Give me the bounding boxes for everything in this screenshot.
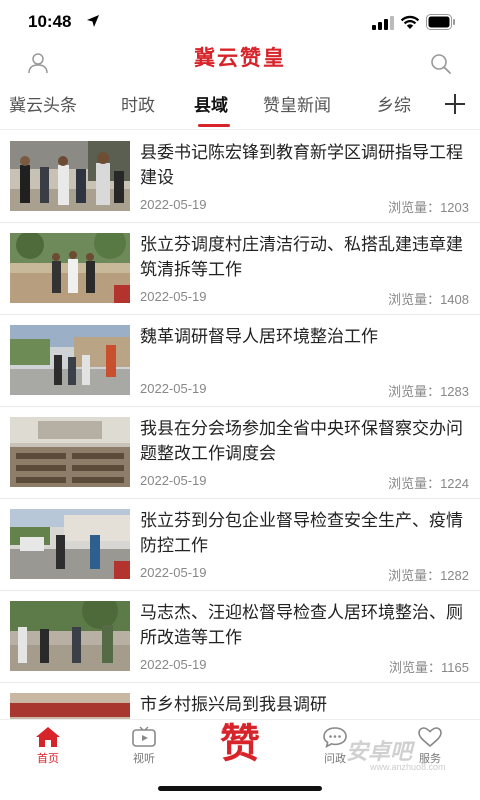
bottom-navigation: 首页 视听 赞 问政 服务 安卓吧 www.anzhuo8.com — [0, 719, 480, 800]
wifi-icon — [400, 15, 420, 29]
news-date: 2022-05-19 — [140, 197, 207, 212]
channel-tabs: 冀云头条 时政 县域 赞皇新闻 乡综 — [0, 88, 480, 130]
chat-bubble-icon — [323, 727, 347, 748]
heart-hand-icon — [418, 727, 442, 748]
news-item[interactable]: 马志杰、汪迎松督导检查人居环境整治、厕所改造等工作 2022-05-19 浏览量… — [0, 591, 480, 683]
nav-home[interactable]: 首页 — [18, 726, 78, 766]
tab-county[interactable]: 县域 — [194, 94, 228, 118]
news-date: 2022-05-19 — [140, 473, 207, 488]
news-title: 我县在分会场参加全省中央环保督察交办问题整改工作调度会 — [140, 419, 463, 464]
active-tab-indicator — [198, 124, 230, 127]
center-logo-button[interactable]: 赞 — [210, 718, 270, 770]
location-arrow-icon — [87, 15, 99, 27]
news-view-count: 浏览量：1283 — [388, 384, 469, 399]
news-thumbnail — [10, 325, 130, 395]
news-view-count: 浏览量：1282 — [388, 568, 469, 583]
home-indicator — [158, 786, 322, 791]
news-item[interactable]: 张立芬调度村庄清洁行动、私搭乱建违章建筑清拆等工作 2022-05-19 浏览量… — [0, 223, 480, 315]
cellular-signal-icon — [372, 16, 394, 30]
tab-jiyun-headlines[interactable]: 冀云头条 — [9, 94, 77, 118]
news-title: 魏革调研督导人居环境整治工作 — [140, 327, 378, 347]
news-item[interactable]: 魏革调研督导人居环境整治工作 2022-05-19 浏览量：1283 — [0, 315, 480, 407]
battery-icon — [426, 14, 455, 30]
tab-township[interactable]: 乡综 — [377, 94, 411, 118]
news-title: 县委书记陈宏锋到教育新学区调研指导工程建设 — [140, 143, 463, 188]
news-thumbnail — [10, 233, 130, 303]
news-item[interactable]: 县委书记陈宏锋到教育新学区调研指导工程建设 2022-05-19 浏览量：120… — [0, 131, 480, 223]
news-view-count: 浏览量：1165 — [389, 660, 469, 675]
news-date: 2022-05-19 — [140, 565, 207, 580]
news-item[interactable]: 我县在分会场参加全省中央环保督察交办问题整改工作调度会 2022-05-19 浏… — [0, 407, 480, 499]
news-date: 2022-05-19 — [140, 381, 207, 396]
add-channel-icon[interactable] — [444, 93, 466, 115]
home-icon — [36, 727, 60, 747]
news-view-count: 浏览量：1203 — [388, 200, 469, 215]
news-thumbnail — [10, 693, 130, 719]
app-title: 冀云赞皇 — [194, 46, 286, 70]
news-item[interactable]: 张立芬到分包企业督导检查安全生产、疫情防控工作 2022-05-19 浏览量：1… — [0, 499, 480, 591]
news-date: 2022-05-19 — [140, 289, 207, 304]
news-title: 市乡村振兴局到我县调研 — [140, 695, 327, 715]
news-title: 张立芬调度村庄清洁行动、私搭乱建违章建筑清拆等工作 — [140, 235, 463, 280]
tab-politics[interactable]: 时政 — [121, 94, 155, 118]
news-item[interactable]: 市乡村振兴局到我县调研 — [0, 683, 480, 719]
nav-home-label: 首页 — [37, 752, 59, 765]
watermark-url: www.anzhuo8.com — [370, 762, 446, 772]
app-header: 冀云赞皇 — [0, 46, 480, 90]
news-thumbnail — [10, 509, 130, 579]
news-view-count: 浏览量：1408 — [388, 292, 469, 307]
tab-zanhuang-news[interactable]: 赞皇新闻 — [263, 94, 331, 118]
status-bar: 10:48 — [0, 0, 480, 46]
news-date: 2022-05-19 — [140, 657, 207, 672]
nav-video-label: 视听 — [133, 752, 155, 765]
search-icon[interactable] — [430, 53, 452, 75]
news-title: 马志杰、汪迎松督导检查人居环境整治、厕所改造等工作 — [140, 603, 463, 648]
news-list: 县委书记陈宏锋到教育新学区调研指导工程建设 2022-05-19 浏览量：120… — [0, 131, 480, 719]
news-title: 张立芬到分包企业督导检查安全生产、疫情防控工作 — [140, 511, 463, 556]
status-time: 10:48 — [28, 12, 72, 31]
news-thumbnail — [10, 417, 130, 487]
nav-video[interactable]: 视听 — [114, 726, 174, 766]
tv-play-icon — [132, 726, 156, 747]
news-thumbnail — [10, 601, 130, 671]
news-view-count: 浏览量：1224 — [388, 476, 469, 491]
news-thumbnail — [10, 141, 130, 211]
